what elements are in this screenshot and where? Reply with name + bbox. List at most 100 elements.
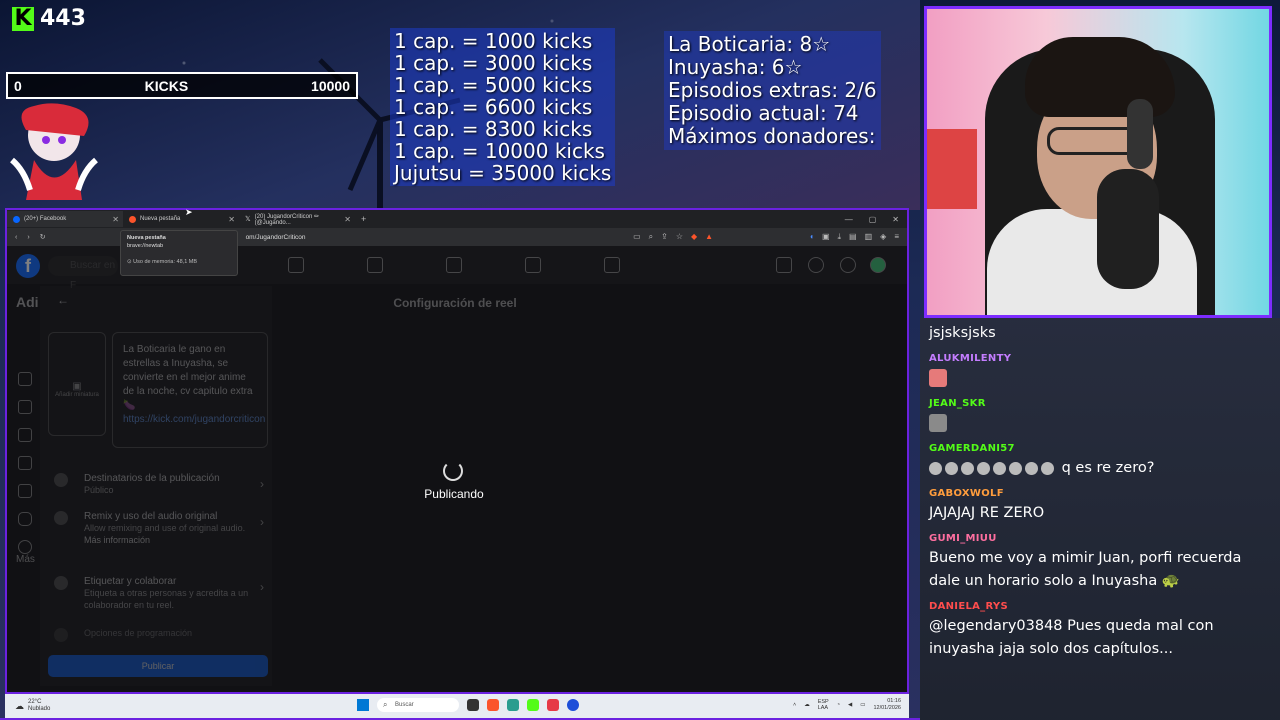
close-window-icon[interactable]: ✕ [892, 215, 899, 224]
chat-message: GUMI_MIUU Bueno me voy a mimir Juan, por… [929, 533, 1271, 593]
option-tag-collaborate[interactable]: Etiquetar y colaborar Etiqueta a otras p… [54, 576, 268, 611]
caption-link[interactable]: https://kick.com/jugandorcriticon [123, 413, 265, 427]
caps-line: Jujutsu = 35000 kicks [394, 161, 612, 185]
caption-field[interactable]: La Boticaria le gano en estrellas a Inuy… [112, 332, 268, 448]
kick-count: 443 [40, 6, 86, 31]
stats-line: Inuyasha: 6☆ [668, 55, 803, 79]
clock[interactable]: 01:16 12/01/2026 [873, 698, 901, 712]
tooltip-memory: ⊙ Uso de memoria: 48,1 MB [127, 259, 231, 265]
extension-icon[interactable]: ◖ [809, 232, 814, 242]
chat-text: JAJAJAJ RE ZERO [929, 505, 1045, 521]
close-tab-icon[interactable]: ✕ [228, 215, 235, 224]
tab-facebook[interactable]: (20+) Facebook ✕ [7, 211, 123, 227]
app-icon[interactable] [527, 699, 539, 711]
download-icon[interactable]: ⤓ [838, 232, 842, 242]
chevron-up-icon[interactable]: ˄ [793, 702, 796, 708]
battery-icon[interactable]: ▭ [860, 702, 865, 708]
rewards-icon[interactable]: ▲ [705, 232, 713, 242]
option-sub: Etiqueta a otras personas y acredita a u… [84, 588, 249, 610]
profile-avatar[interactable] [870, 257, 886, 273]
publish-button[interactable]: Publicar [48, 655, 268, 677]
brave-app-icon[interactable] [487, 699, 499, 711]
emote-icon [961, 461, 974, 475]
maximize-icon[interactable]: ▢ [869, 215, 877, 224]
megaphone-icon[interactable] [525, 257, 541, 273]
taskbar-search[interactable]: Buscar [377, 698, 459, 712]
url-field[interactable]: om/JugandorCriticon [246, 234, 306, 241]
chat-text: q es re zero? [1061, 460, 1155, 476]
windows-start-icon[interactable] [357, 699, 369, 711]
menu-icon[interactable]: ≡ [894, 232, 899, 242]
facebook-search-input[interactable]: Buscar en F [48, 256, 118, 291]
apps-grid-icon[interactable] [776, 257, 792, 273]
wallet-icon[interactable]: ▥ [865, 232, 873, 242]
settings-icon[interactable] [18, 540, 32, 554]
chat-message: DANIELA_RYS @legendary03848 Pues queda m… [929, 601, 1271, 661]
emote-icon [1009, 461, 1022, 475]
star-icon[interactable]: ☆ [676, 232, 683, 242]
close-tab-icon[interactable]: ✕ [344, 215, 351, 224]
weather-widget[interactable]: ☁ 22°C Nublado [5, 699, 50, 713]
puzzle-icon[interactable]: ▣ [822, 232, 830, 242]
clock-time: 01:16 [887, 698, 901, 704]
wifi-icon[interactable]: ◔ [837, 702, 840, 708]
microphone [1097, 169, 1159, 289]
back-icon[interactable]: ‹ [15, 234, 17, 241]
emote-icon [929, 369, 947, 387]
more-info-link[interactable]: Más información [56, 534, 268, 546]
facebook-favicon-icon [13, 215, 20, 223]
flag-icon[interactable] [367, 257, 383, 273]
gaming-icon[interactable] [604, 257, 620, 273]
add-thumbnail-button[interactable]: ▣ Añadir miniatura [48, 332, 106, 436]
chat-text: Bueno me voy a mimir Juan, porfi recuerd… [929, 550, 1242, 589]
app-icon[interactable] [567, 699, 579, 711]
option-title: Destinatarios de la publicación [84, 473, 220, 484]
app-icon[interactable] [467, 699, 479, 711]
messenger-icon[interactable] [808, 257, 824, 273]
volume-icon[interactable]: ◀ [848, 702, 852, 708]
marketplace-icon[interactable] [446, 257, 462, 273]
caps-line: 1 cap. = 6600 kicks [394, 95, 593, 119]
notifications-icon[interactable] [840, 257, 856, 273]
chat-message: jsjsksjsks [929, 322, 1271, 345]
caps-line: 1 cap. = 10000 kicks [394, 139, 605, 163]
sidebar-icon[interactable]: ▤ [849, 232, 857, 242]
emote-icon [993, 461, 1006, 475]
caps-price-list: 1 cap. = 1000 kicks 1 cap. = 3000 kicks … [390, 28, 616, 186]
rail-icon[interactable] [18, 484, 32, 498]
close-tab-icon[interactable]: ✕ [112, 215, 119, 224]
facebook-logo-icon[interactable]: f [16, 254, 40, 278]
share-icon[interactable]: ⇪ [661, 232, 668, 242]
option-scheduling[interactable]: Opciones de programación [54, 628, 268, 642]
home-icon[interactable] [288, 257, 304, 273]
vpn-icon[interactable]: ◈ [880, 232, 886, 242]
wall-poster [927, 129, 977, 209]
kicks-bar-label: KICKS [144, 77, 189, 94]
brave-shield-icon[interactable]: ◆ [691, 232, 697, 242]
screen-icon[interactable]: ▭ [633, 232, 641, 242]
reload-icon[interactable]: ↻ [40, 233, 46, 241]
forward-icon[interactable]: › [27, 234, 29, 241]
tab-x-profile[interactable]: 𝕏 (20) JugandorCriticon ✏ (@Jugando... ✕ [239, 211, 355, 227]
people-icon [54, 576, 68, 590]
rail-icon[interactable] [18, 400, 32, 414]
rail-icon[interactable] [18, 372, 32, 386]
tooltip-url: brave://newtab [127, 243, 164, 249]
option-title: Remix y uso del audio original [84, 511, 218, 522]
instagram-icon[interactable] [18, 512, 32, 526]
back-arrow-icon[interactable]: ← [57, 293, 69, 307]
keyboard-lang[interactable]: ESP LAA [818, 699, 829, 711]
minimize-icon[interactable]: — [845, 215, 853, 224]
app-icon[interactable] [507, 699, 519, 711]
app-icon[interactable] [547, 699, 559, 711]
tab-new-tab[interactable]: Nueva pestaña ✕ [123, 211, 239, 227]
rail-icon[interactable] [18, 456, 32, 470]
new-tab-button[interactable]: + [355, 214, 366, 224]
option-audience[interactable]: Destinatarios de la publicación Público … [54, 473, 268, 496]
zoom-icon[interactable]: ⌕ [649, 232, 653, 242]
option-remix[interactable]: Remix y uso del audio original Allow rem… [54, 511, 268, 546]
chat-text: @legendary03848 Pues queda mal con inuya… [929, 618, 1214, 657]
rail-icon[interactable] [18, 428, 32, 442]
cloud-sync-icon[interactable]: ☁ [804, 702, 810, 708]
chat-message: GABOXWOLF JAJAJAJ RE ZERO [929, 488, 1271, 525]
